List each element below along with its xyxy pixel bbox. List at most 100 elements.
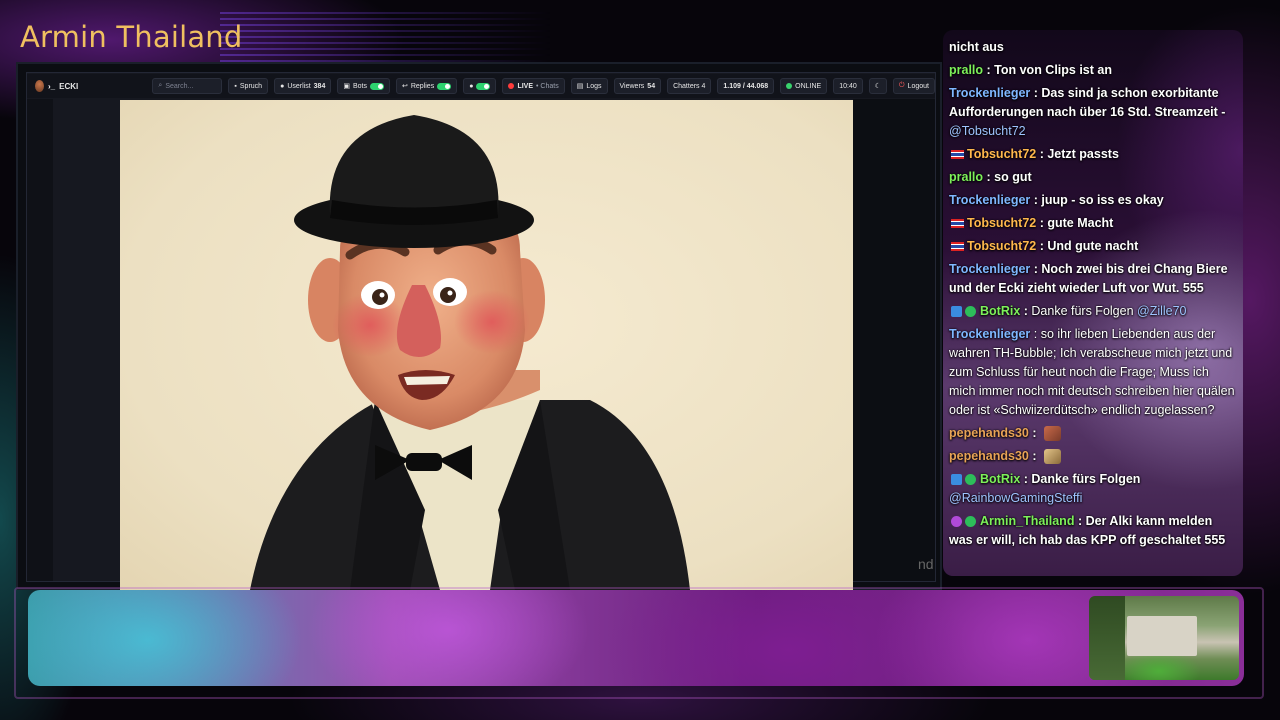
emote-icon [1044,449,1061,465]
search-icon: ⌕ [158,82,163,89]
message-text: gute Macht [1047,216,1114,230]
message-text: nicht aus [949,40,1004,54]
brand[interactable]: ›_ ECKI [35,80,118,92]
webcam-preview [1089,596,1239,680]
chat-message: pepehands30 : [949,447,1237,466]
chat-panel[interactable]: nicht aus prallo : Ton von Clips ist an … [943,30,1243,576]
chat-message: Tobsucht72 : gute Macht [949,214,1237,233]
message-text: Danke fürs Folgen [1031,472,1141,486]
chat-message: prallo : so gut [949,170,1032,184]
message-text: Und gute nacht [1047,239,1139,253]
username[interactable]: Armin_Thailand [980,514,1074,528]
username[interactable]: Tobsucht72 [967,216,1036,230]
message-text: Danke fürs Folgen [1031,304,1137,318]
mic-icon: ● [469,82,474,90]
verified-icon [965,474,976,486]
chat-message: Trockenlieger : so ihr lieben Liebenden … [949,327,1235,417]
viewers-count: 54 [647,82,656,90]
theme-toggle[interactable]: ☾ [868,78,888,94]
logout-label: Logout [907,82,929,90]
message-text: Ton von Clips ist an [994,63,1112,77]
viewers-label: Viewers [619,82,645,90]
chat-message: Trockenlieger : Noch zwei bis drei Chang… [949,262,1228,295]
search-placeholder: Search... [165,82,194,90]
online-status: ONLINE [780,78,828,94]
userlist-label: Userlist [287,82,311,90]
search-input[interactable]: ⌕ Search... [152,78,223,94]
moon-icon: ☾ [874,83,882,90]
chat-message: Tobsucht72 : Jetzt passts [949,145,1237,164]
logs-button[interactable]: ▤ Logs [570,78,608,94]
clock-time: 10:40 [839,82,857,90]
thai-flag-icon [951,242,964,252]
mic-switch[interactable] [476,82,491,90]
message-text: Jetzt passts [1047,147,1119,161]
username[interactable]: BotRix [980,472,1020,486]
chats-label: • Chats [536,82,559,90]
username[interactable]: pepehands30 [949,449,1029,463]
verified-icon [965,306,976,318]
username[interactable]: prallo [949,170,983,184]
chat-message: Armin_Thailand : Der Alki kann melden wa… [949,514,1226,547]
character-illustration [250,115,690,590]
video-player[interactable] [120,100,853,590]
message-text: juup - so iss es okay [1041,193,1164,207]
webcam-wall [1127,616,1197,656]
channel-title: Armin Thailand [20,20,243,54]
ratio-value: 1.109 / 44.068 [723,82,769,90]
spruch-label: Spruch [239,82,263,90]
mention[interactable]: @RainbowGamingSteffi [949,491,1082,505]
chat-message: prallo : Ton von Clips ist an [949,63,1112,77]
chatters-stat: Chatters 4 [667,78,712,94]
logs-label: Logs [586,82,602,90]
username[interactable]: Trockenlieger [949,262,1030,276]
broadcaster-badge-icon [951,516,962,528]
live-indicator[interactable]: LIVE • Chats [502,78,565,94]
chatters-label: Chatters 4 [673,82,706,90]
brand-name: ECKI [59,81,79,91]
clock: 10:40 [833,78,863,94]
username[interactable]: Trockenlieger [949,86,1030,100]
chat-message: Trockenlieger : juup - so iss es okay [949,193,1164,207]
chat-message: nicht aus [949,38,1237,57]
bots-switch[interactable] [369,82,384,90]
bots-toggle[interactable]: ▣ Bots [337,78,390,94]
thai-flag-icon [951,150,964,160]
mention[interactable]: @Tobsucht72 [949,124,1026,138]
replies-toggle[interactable]: ↩ Replies [395,78,458,94]
logs-icon: ▤ [576,83,584,90]
reply-icon: ↩ [401,83,408,90]
live-dot-icon [508,83,515,89]
username[interactable]: BotRix [980,304,1020,318]
avatar-icon [35,80,44,92]
bottom-banner [28,590,1244,686]
corner-text: nd [918,556,934,572]
username[interactable]: Trockenlieger [949,193,1030,207]
username[interactable]: prallo [949,63,983,77]
viewers-stat: Viewers 54 [613,78,662,94]
webcam-tree [1089,596,1125,680]
user-icon: ● [280,82,285,90]
thai-flag-icon [951,219,964,229]
username[interactable]: Tobsucht72 [967,239,1036,253]
chat-message: BotRix : Danke fürs Folgen @RainbowGamin… [949,472,1141,505]
dashboard-toolbar: ›_ ECKI ⌕ Search... ▪ Spruch ● Userlist … [27,74,935,98]
username[interactable]: pepehands30 [949,426,1029,440]
message-text: so gut [994,170,1032,184]
username[interactable]: Trockenlieger [949,327,1030,341]
userlist-button[interactable]: ● Userlist 384 [274,78,332,94]
mention[interactable]: @Zille70 [1137,304,1187,318]
mic-toggle[interactable]: ● [463,78,497,94]
live-label: LIVE [517,82,534,90]
replies-switch[interactable] [437,82,452,90]
online-dot-icon [786,83,793,89]
userlist-count: 384 [313,82,326,90]
chat-message: Trockenlieger : Das sind ja schon exorbi… [949,86,1226,138]
quote-icon: ▪ [234,82,237,90]
username[interactable]: Tobsucht72 [967,147,1036,161]
chat-message: Tobsucht72 : Und gute nacht [949,237,1237,256]
bots-label: Bots [352,82,367,90]
bot-badge-icon [951,474,962,486]
logout-button[interactable]: ⏻ Logout [893,78,935,94]
spruch-button[interactable]: ▪ Spruch [228,78,269,94]
